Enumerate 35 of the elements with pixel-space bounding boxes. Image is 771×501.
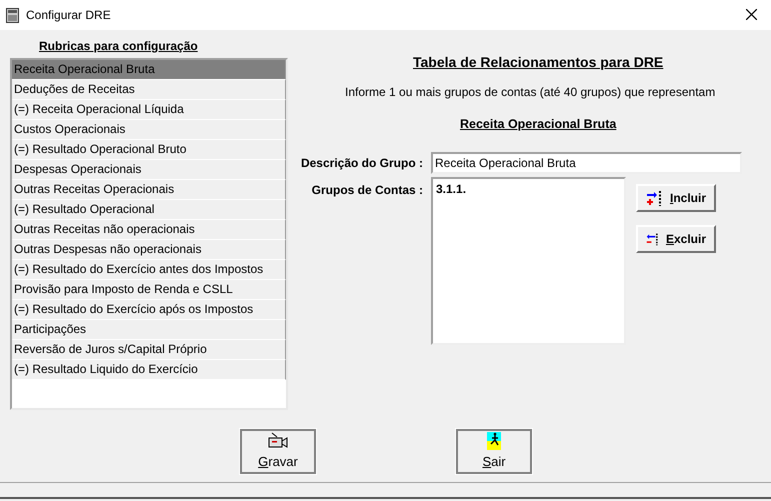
window-title: Configurar DRE (26, 7, 111, 24)
field-label: Descrição do Grupo : (300, 154, 424, 172)
exit-icon (487, 432, 501, 450)
list-item[interactable]: Outras Despesas não operacionais (12, 240, 286, 260)
list-heading: Rubricas para configuração (39, 38, 198, 55)
list-item[interactable]: Custos Operacionais (12, 120, 286, 140)
list-item[interactable]: Outras Receitas não operacionais (12, 220, 286, 240)
list-item[interactable]: (=) Resultado Operacional Bruto (12, 140, 286, 160)
field-label: Grupos de Contas : (310, 182, 424, 199)
list-item[interactable]: Deduções de Receitas (12, 80, 286, 100)
list-item[interactable]: Receita Operacional Bruta (12, 60, 286, 80)
camera-icon (268, 432, 288, 450)
exit-button[interactable]: Sair (456, 429, 532, 474)
list-item[interactable]: (=) Resultado do Exercício antes dos Impostos (12, 260, 286, 280)
close-icon (746, 9, 757, 20)
rubrica-heading: Receita Operacional Bruta (460, 116, 616, 133)
list-item[interactable]: Despesas Operacionais (12, 160, 286, 180)
save-button[interactable]: Gravar (240, 429, 316, 474)
list-item[interactable]: Participações (12, 320, 286, 340)
description-field[interactable]: Receita Operacional Bruta (431, 152, 742, 174)
panel-title: Tabela de Relacionamentos para DRE (413, 53, 664, 72)
list-item[interactable]: 3.1.1. (436, 180, 466, 198)
exclude-button[interactable]: Excluir (636, 224, 716, 253)
list-item[interactable]: Outras Receitas Operacionais (12, 180, 286, 200)
account-groups-list[interactable]: 3.1.1. (431, 176, 626, 345)
list-item[interactable]: (=) Receita Operacional Líquida (12, 100, 286, 120)
include-button[interactable]: Incluir (636, 184, 716, 212)
list-item[interactable]: Reversão de Juros s/Capital Próprio (12, 340, 286, 360)
app-icon (6, 8, 19, 22)
list-item[interactable]: (=) Resultado Liquido do Exercício (12, 360, 286, 380)
list-item[interactable]: (=) Resultado Operacional (12, 200, 286, 220)
add-icon (646, 188, 664, 207)
list-item[interactable]: Provisão para Imposto de Renda e CSLL (12, 280, 286, 300)
list-item[interactable]: (=) Resultado do Exercício após os Impostos (12, 300, 286, 320)
instruction-text: Informe 1 ou mais grupos de contas (até 40 grupos) que representam (345, 84, 716, 101)
